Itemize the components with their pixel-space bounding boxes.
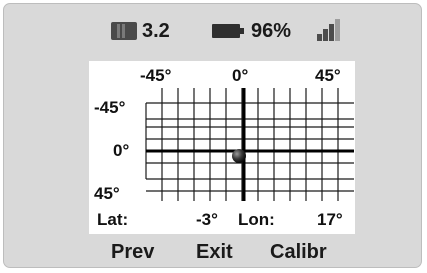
signal-bar (323, 29, 328, 41)
lon-value: 17° (317, 210, 343, 229)
battery-tip (240, 28, 244, 34)
signal-bar (317, 34, 322, 41)
left-label-middle: 0° (113, 141, 130, 160)
top-label-right: 45° (315, 66, 341, 85)
storage-value: 3.2 (142, 20, 170, 42)
lon-label: Lon: (238, 210, 275, 229)
sd-card-icon (111, 22, 137, 40)
signal-bar (335, 19, 340, 41)
sd-card-stripe (117, 24, 120, 38)
top-label-center: 0° (232, 66, 249, 85)
grid-lines (145, 88, 354, 201)
exit-button[interactable]: Exit (196, 240, 233, 264)
top-label-left: -45° (140, 66, 172, 85)
prev-button[interactable]: Prev (111, 240, 154, 264)
sd-card-stripe (122, 24, 125, 38)
battery-icon (212, 24, 244, 38)
grid-axes (146, 88, 354, 201)
lat-label: Lat: (97, 210, 129, 229)
battery-body (212, 24, 240, 38)
signal-bar (329, 24, 334, 41)
left-label-top: -45° (94, 98, 126, 117)
signal-strength-icon (317, 19, 341, 41)
battery-value: 96% (251, 20, 292, 42)
status-bar: 3.2 96% (4, 4, 421, 54)
compass-panel: -45° 0° 45° -45° 0° 45° Lat: -3° Lon: 17… (89, 61, 355, 234)
position-dot (232, 149, 246, 163)
lat-value: -3° (196, 210, 218, 229)
calibr-button[interactable]: Calibr (270, 240, 327, 264)
left-label-bottom: 45° (94, 184, 120, 203)
device-screen: 3.2 96% -45° 0° 45° -45° 0° 45° Lat: -3°… (3, 3, 422, 268)
